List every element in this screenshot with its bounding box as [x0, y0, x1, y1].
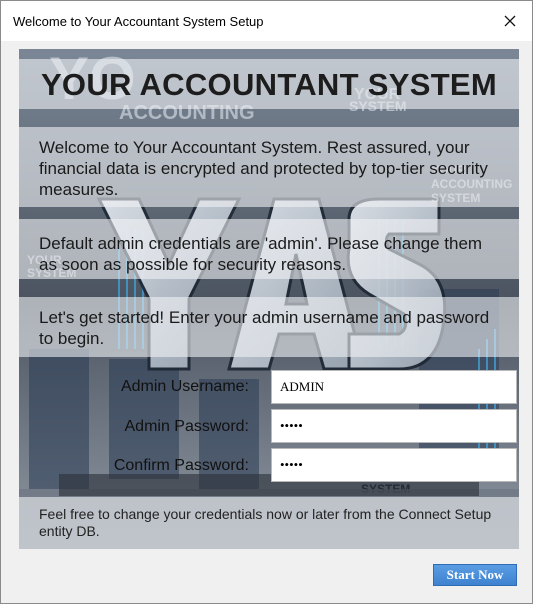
- confirm-password-input[interactable]: [271, 448, 517, 482]
- credentials-note: Default admin credentials are 'admin'. P…: [39, 234, 483, 274]
- start-now-button[interactable]: Start Now: [433, 564, 517, 586]
- welcome-panel: YO ACCOUNTING YOUR SYSTEM YOUR ACCOUNTIN…: [19, 49, 519, 549]
- window-title: Welcome to Your Accountant System Setup: [13, 14, 264, 29]
- password-input[interactable]: [271, 409, 517, 443]
- get-started-text: Let's get started! Enter your admin user…: [39, 308, 490, 348]
- close-button[interactable]: [498, 9, 522, 33]
- confirm-password-label: Confirm Password:: [113, 457, 249, 474]
- close-icon: [504, 15, 516, 27]
- title-bar: Welcome to Your Accountant System Setup: [1, 1, 532, 41]
- username-label: Admin Username:: [120, 378, 249, 395]
- setup-window: Welcome to Your Accountant System Setup: [0, 0, 533, 604]
- username-input[interactable]: [271, 370, 517, 404]
- footer-note: Feel free to change your credentials now…: [39, 506, 492, 539]
- page-title: YOUR ACCOUNTANT SYSTEM: [40, 67, 498, 102]
- intro-text: Welcome to Your Accountant System. Rest …: [39, 138, 488, 199]
- password-label: Admin Password:: [124, 418, 250, 435]
